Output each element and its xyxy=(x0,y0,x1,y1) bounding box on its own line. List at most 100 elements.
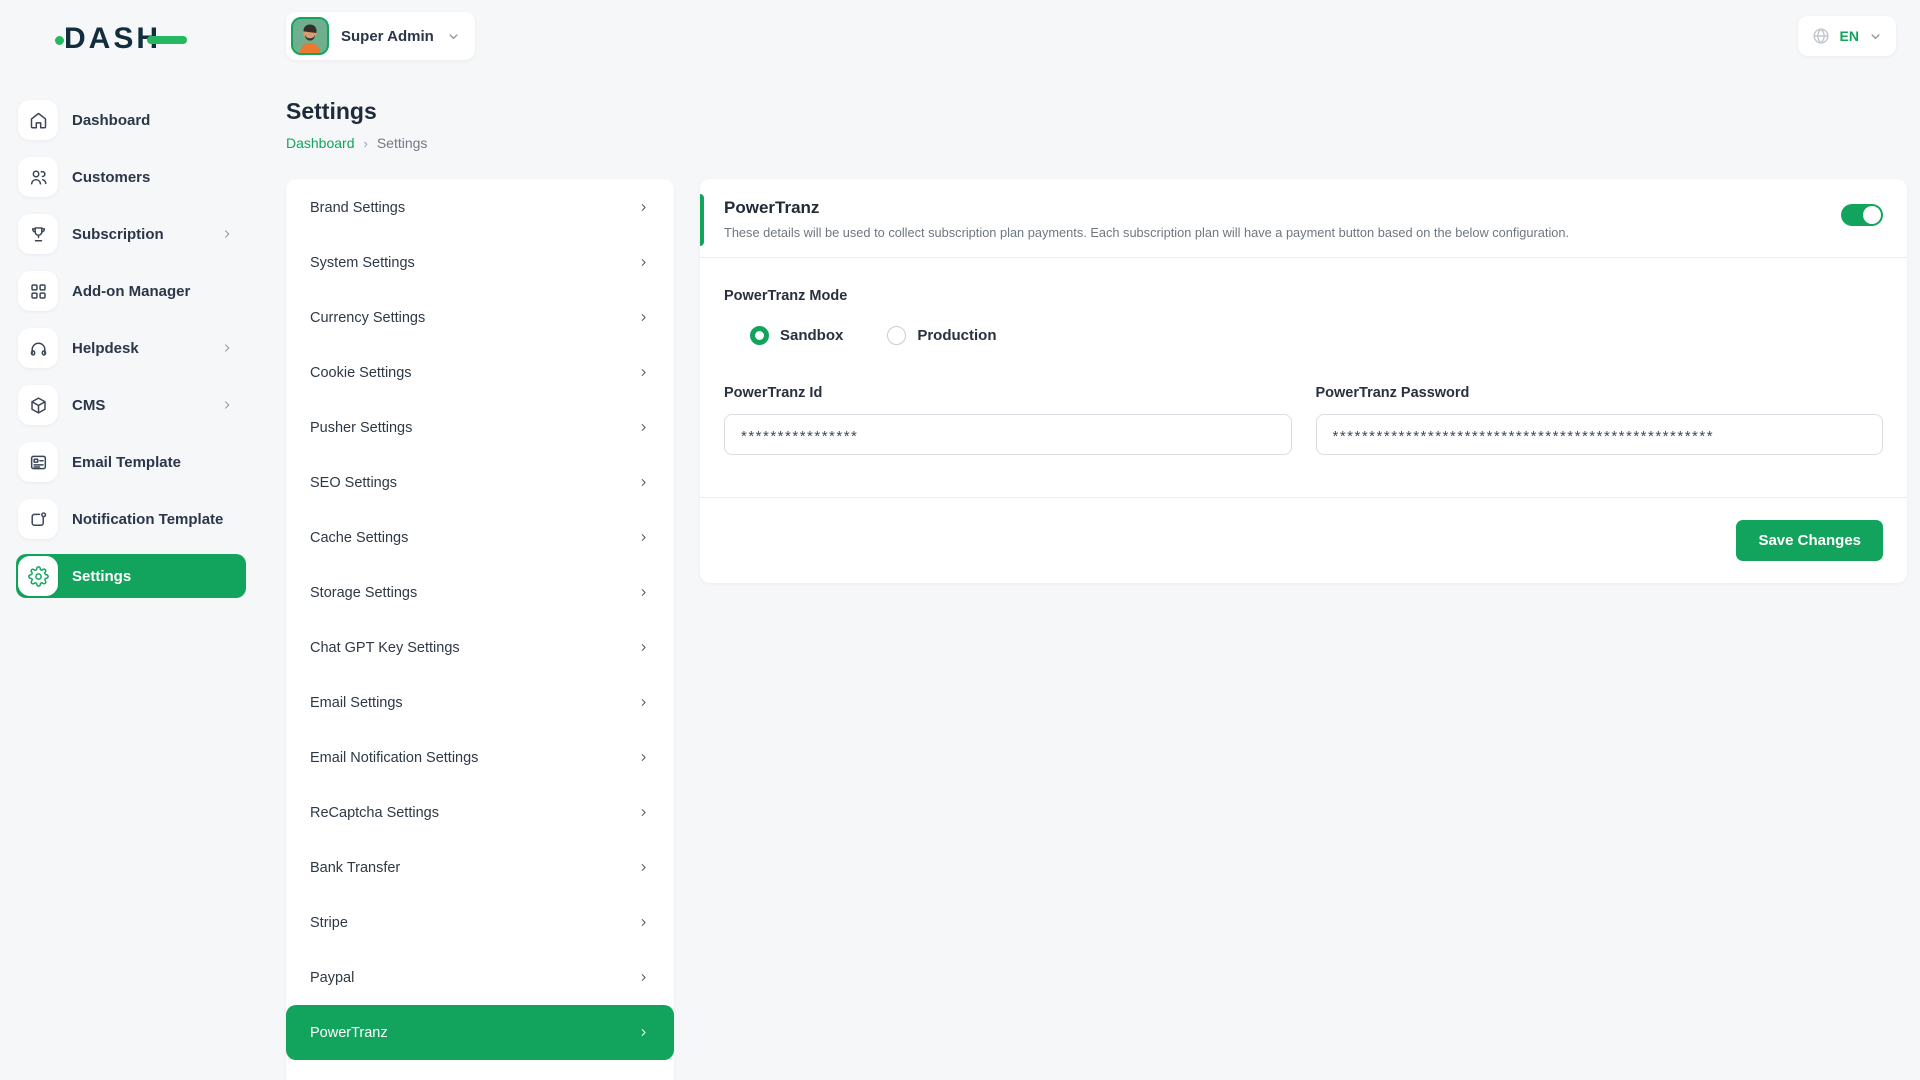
settings-menu-item-cache-settings[interactable]: Cache Settings xyxy=(286,510,674,565)
powertranz-password-label: PowerTranz Password xyxy=(1316,385,1884,401)
mode-radio-group: Sandbox Production xyxy=(750,326,1883,345)
main-area: Super Admin EN Settings Dashboard › Sett… xyxy=(262,0,1920,1080)
chevron-right-icon xyxy=(220,398,234,412)
panel-description: These details will be used to collect su… xyxy=(724,225,1569,240)
mode-radio-label: Sandbox xyxy=(780,327,843,344)
settings-menu-item-label: Currency Settings xyxy=(310,310,425,326)
chevron-right-icon xyxy=(637,201,650,214)
headset-icon xyxy=(18,328,58,368)
sidebar-nav: Dashboard Customers Subscription Add-on … xyxy=(0,98,262,598)
settings-menu-item-stripe[interactable]: Stripe xyxy=(286,895,674,950)
sidebar-item-label: Customers xyxy=(72,169,150,186)
sidebar-item-email-template[interactable]: Email Template xyxy=(16,440,246,484)
powertranz-id-label: PowerTranz Id xyxy=(724,385,1292,401)
settings-menu-item-label: Email Settings xyxy=(310,695,403,711)
mode-section: PowerTranz Mode Sandbox Production xyxy=(700,258,1907,345)
chevron-right-icon xyxy=(637,1026,650,1039)
settings-menu-item-label: Email Notification Settings xyxy=(310,750,478,766)
breadcrumb-current: Settings xyxy=(377,135,428,151)
chevron-right-icon xyxy=(637,641,650,654)
settings-menu-item-label: SEO Settings xyxy=(310,475,397,491)
settings-menu-item-label: System Settings xyxy=(310,255,415,271)
settings-menu-item-brand-settings[interactable]: Brand Settings xyxy=(286,180,674,235)
settings-menu-item-label: Stripe xyxy=(310,915,348,931)
settings-menu-item-bank-transfer[interactable]: Bank Transfer xyxy=(286,840,674,895)
sidebar-item-dashboard[interactable]: Dashboard xyxy=(16,98,246,142)
chevron-right-icon xyxy=(637,366,650,379)
save-changes-button[interactable]: Save Changes xyxy=(1736,520,1883,561)
settings-menu-item-cookie-settings[interactable]: Cookie Settings xyxy=(286,345,674,400)
settings-menu-item-recaptcha-settings[interactable]: ReCaptcha Settings xyxy=(286,785,674,840)
sidebar-item-label: Settings xyxy=(72,568,131,585)
settings-menu-item-label: Pusher Settings xyxy=(310,420,412,436)
user-menu[interactable]: Super Admin xyxy=(286,12,475,60)
logo-dot-icon xyxy=(55,36,64,45)
layout-icon xyxy=(18,442,58,482)
radio-unselected-icon xyxy=(887,326,906,345)
mode-radio-sandbox[interactable]: Sandbox xyxy=(750,326,843,345)
settings-menu-item-seo-settings[interactable]: SEO Settings xyxy=(286,455,674,510)
panel-titles: PowerTranz These details will be used to… xyxy=(724,198,1569,240)
sidebar-item-add-on-manager[interactable]: Add-on Manager xyxy=(16,269,246,313)
chevron-right-icon xyxy=(637,916,650,929)
page-header: Settings Dashboard › Settings xyxy=(262,72,1920,151)
sidebar-item-label: Dashboard xyxy=(72,112,150,129)
settings-menu-item-label: Chat GPT Key Settings xyxy=(310,640,460,656)
page-title: Settings xyxy=(286,98,1896,125)
chevron-right-icon xyxy=(637,696,650,709)
powertranz-enable-toggle[interactable] xyxy=(1841,204,1883,226)
chevron-right-icon xyxy=(637,311,650,324)
brand-logo: DASH xyxy=(64,24,161,54)
settings-menu-item-email-notification-settings[interactable]: Email Notification Settings xyxy=(286,730,674,785)
settings-menu-item-storage-settings[interactable]: Storage Settings xyxy=(286,565,674,620)
sidebar-item-settings[interactable]: Settings xyxy=(16,554,246,598)
settings-menu-item-label: Brand Settings xyxy=(310,200,405,216)
chevron-down-icon xyxy=(446,29,461,44)
radio-selected-icon xyxy=(750,326,769,345)
chevron-right-icon xyxy=(637,476,650,489)
chevron-right-icon xyxy=(637,751,650,764)
breadcrumb-separator-icon: › xyxy=(364,136,368,151)
user-avatar xyxy=(291,17,329,55)
settings-menu-item-label: Cookie Settings xyxy=(310,365,412,381)
language-selector[interactable]: EN xyxy=(1798,16,1896,56)
gear-icon xyxy=(18,556,58,596)
chevron-right-icon xyxy=(637,586,650,599)
powertranz-id-input[interactable] xyxy=(724,414,1292,455)
settings-menu-card: Brand Settings System Settings Currency … xyxy=(286,179,674,1080)
settings-menu-item-currency-settings[interactable]: Currency Settings xyxy=(286,290,674,345)
settings-menu-item-email-settings[interactable]: Email Settings xyxy=(286,675,674,730)
settings-menu-item-system-settings[interactable]: System Settings xyxy=(286,235,674,290)
home-icon xyxy=(18,100,58,140)
chevron-down-icon xyxy=(1868,29,1883,44)
sidebar-item-cms[interactable]: CMS xyxy=(16,383,246,427)
mode-radio-production[interactable]: Production xyxy=(887,326,996,345)
settings-menu-item-pusher-settings[interactable]: Pusher Settings xyxy=(286,400,674,455)
chevron-right-icon xyxy=(637,861,650,874)
users-icon xyxy=(18,157,58,197)
sidebar-item-label: Subscription xyxy=(72,226,164,243)
settings-menu-item-label: Bank Transfer xyxy=(310,860,400,876)
powertranz-password-input[interactable] xyxy=(1316,414,1884,455)
trophy-icon xyxy=(18,214,58,254)
sidebar-item-notification-template[interactable]: Notification Template xyxy=(16,497,246,541)
sidebar-item-label: Helpdesk xyxy=(72,340,139,357)
chevron-right-icon xyxy=(637,971,650,984)
chevron-right-icon xyxy=(637,256,650,269)
mode-label: PowerTranz Mode xyxy=(724,288,1883,304)
breadcrumb-dashboard-link[interactable]: Dashboard xyxy=(286,135,355,151)
chevron-right-icon xyxy=(637,531,650,544)
sidebar-item-customers[interactable]: Customers xyxy=(16,155,246,199)
credentials-fields: PowerTranz Id PowerTranz Password xyxy=(700,345,1907,497)
sidebar-item-helpdesk[interactable]: Helpdesk xyxy=(16,326,246,370)
sidebar-item-subscription[interactable]: Subscription xyxy=(16,212,246,256)
settings-menu-item-label: ReCaptcha Settings xyxy=(310,805,439,821)
settings-menu-item-chat-gpt-key-settings[interactable]: Chat GPT Key Settings xyxy=(286,620,674,675)
language-code: EN xyxy=(1840,28,1859,44)
settings-menu-item-powertranz[interactable]: PowerTranz xyxy=(286,1005,674,1060)
logo-row: DASH xyxy=(0,0,262,54)
settings-menu-item-paypal[interactable]: Paypal xyxy=(286,950,674,1005)
sidebar-item-label: Add-on Manager xyxy=(72,283,190,300)
settings-menu-item-label: PowerTranz xyxy=(310,1025,388,1041)
panel-title: PowerTranz xyxy=(724,198,1569,218)
